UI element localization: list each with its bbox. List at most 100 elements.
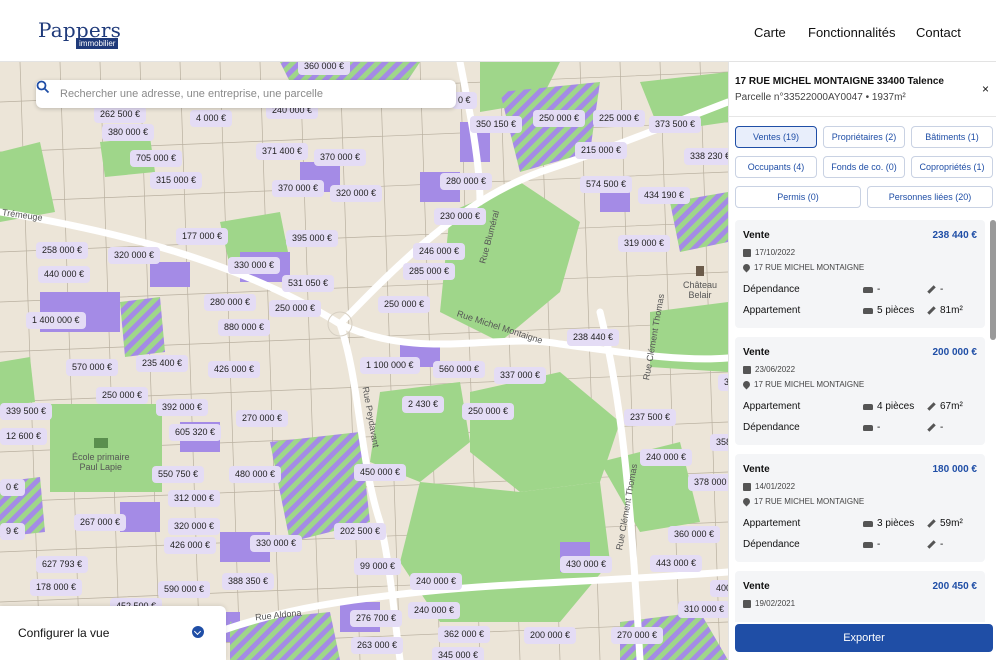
- tab-ventes[interactable]: Ventes (19): [735, 126, 817, 148]
- price-tag[interactable]: 0 €: [0, 479, 25, 496]
- price-tag[interactable]: 339 500 €: [0, 403, 53, 420]
- price-tag[interactable]: 250 000 €: [269, 300, 322, 317]
- tab-batiments[interactable]: Bâtiments (1): [911, 126, 993, 148]
- price-tag[interactable]: 430 000 €: [560, 556, 613, 573]
- price-tag[interactable]: 250 000 €: [378, 296, 431, 313]
- price-tag[interactable]: 426 000 €: [208, 361, 261, 378]
- price-tag[interactable]: 443 000 €: [650, 555, 703, 572]
- price-tag[interactable]: 270 000 €: [236, 410, 289, 427]
- price-tag[interactable]: 434 190 €: [638, 187, 691, 204]
- price-tag[interactable]: 280 000 €: [440, 173, 493, 190]
- price-tag[interactable]: 178 000 €: [30, 579, 83, 596]
- price-tag[interactable]: 320 000 €: [330, 185, 383, 202]
- price-tag[interactable]: 570 000 €: [66, 359, 119, 376]
- price-tag[interactable]: 310 000 €: [678, 601, 728, 618]
- price-tag[interactable]: 270 000 €: [611, 627, 664, 644]
- price-tag[interactable]: 276 700 €: [350, 610, 403, 627]
- price-tag[interactable]: 263 000 €: [351, 637, 404, 654]
- price-tag[interactable]: 262 500 €: [94, 106, 147, 123]
- nav-fonctionnalites[interactable]: Fonctionnalités: [808, 25, 895, 40]
- sale-card[interactable]: Vente 238 440 € 17/10/2022 17 RUE MICHEL…: [735, 220, 985, 328]
- price-tag[interactable]: 4 000 €: [190, 110, 233, 127]
- price-tag[interactable]: 215 000 €: [575, 142, 628, 159]
- configure-view-panel[interactable]: Configurer la vue: [0, 606, 226, 660]
- price-tag[interactable]: 426 000 €: [164, 537, 217, 554]
- map-search-box[interactable]: [36, 80, 456, 108]
- price-tag[interactable]: 380 000 €: [102, 124, 155, 141]
- price-tag[interactable]: 320 000 €: [108, 247, 161, 264]
- price-tag[interactable]: 200 000 €: [524, 627, 577, 644]
- price-tag[interactable]: 330 000 €: [228, 257, 281, 274]
- price-tag[interactable]: 202 500 €: [334, 523, 387, 540]
- tab-fonds-de-commerce[interactable]: Fonds de co. (0): [823, 156, 905, 178]
- price-tag[interactable]: 225 000 €: [593, 110, 646, 127]
- price-tag[interactable]: 250 000 €: [533, 110, 586, 127]
- sales-list-scrollbar[interactable]: [990, 220, 996, 340]
- tab-personnes-liees[interactable]: Personnes liées (20): [867, 186, 993, 208]
- price-tag[interactable]: 237 500 €: [624, 409, 677, 426]
- tab-permis[interactable]: Permis (0): [735, 186, 861, 208]
- price-tag[interactable]: 285 000 €: [403, 263, 456, 280]
- sale-card[interactable]: Vente 180 000 € 14/01/2022 17 RUE MICHEL…: [735, 454, 985, 562]
- price-tag[interactable]: 280 000 €: [204, 294, 257, 311]
- price-tag[interactable]: 440 000 €: [38, 266, 91, 283]
- price-tag[interactable]: 9 €: [0, 523, 25, 540]
- price-tag[interactable]: 235 400 €: [136, 355, 189, 372]
- price-tag[interactable]: 99 000 €: [354, 558, 402, 575]
- price-tag[interactable]: 312 000 €: [168, 490, 221, 507]
- price-tag[interactable]: 392 000 €: [156, 399, 209, 416]
- nav-contact[interactable]: Contact: [916, 25, 961, 40]
- price-tag[interactable]: 338 230 €: [684, 148, 728, 165]
- price-tag[interactable]: 177 000 €: [176, 228, 229, 245]
- price-tag[interactable]: 350 150 €: [470, 116, 523, 133]
- price-tag[interactable]: 1 400 000 €: [26, 312, 86, 329]
- price-tag[interactable]: 371 400 €: [256, 143, 309, 160]
- price-tag[interactable]: 378 000 €: [688, 474, 728, 491]
- price-tag[interactable]: 267 000 €: [74, 514, 127, 531]
- price-tag[interactable]: 362 000 €: [438, 626, 491, 643]
- price-tag[interactable]: 360 000 €: [298, 62, 351, 75]
- price-tag[interactable]: 240 000 €: [640, 449, 693, 466]
- price-tag[interactable]: 240 000 €: [410, 573, 463, 590]
- price-tag[interactable]: 230 000 €: [434, 208, 487, 225]
- export-button[interactable]: Exporter: [735, 624, 993, 652]
- pappers-logo[interactable]: Pappers immobilier: [38, 18, 121, 49]
- price-tag[interactable]: 258 000 €: [36, 242, 89, 259]
- price-tag[interactable]: 3: [718, 374, 728, 391]
- price-tag[interactable]: 560 000 €: [433, 361, 486, 378]
- sale-card[interactable]: Vente 200 450 € 19/02/2021: [735, 571, 985, 622]
- price-tag[interactable]: 705 000 €: [130, 150, 183, 167]
- price-tag[interactable]: 531 050 €: [282, 275, 335, 292]
- price-tag[interactable]: 627 793 €: [36, 556, 89, 573]
- price-tag[interactable]: 2 430 €: [402, 396, 445, 413]
- price-tag[interactable]: 250 000 €: [462, 403, 515, 420]
- map-search-input[interactable]: [60, 84, 450, 104]
- price-tag[interactable]: 358: [710, 434, 728, 451]
- price-tag[interactable]: 480 000 €: [229, 466, 282, 483]
- tab-occupants[interactable]: Occupants (4): [735, 156, 817, 178]
- map-view[interactable]: École primaire Paul Lapie Château Belair…: [0, 62, 728, 660]
- price-tag[interactable]: 373 500 €: [649, 116, 702, 133]
- price-tag[interactable]: 590 000 €: [158, 581, 211, 598]
- price-tag[interactable]: 370 000 €: [272, 180, 325, 197]
- price-tag[interactable]: 12 600 €: [0, 428, 48, 445]
- close-icon[interactable]: ×: [982, 82, 989, 96]
- price-tag[interactable]: 319 000 €: [618, 235, 671, 252]
- price-tag[interactable]: 1 100 000 €: [360, 357, 420, 374]
- price-tag[interactable]: 360 000 €: [668, 526, 721, 543]
- price-tag[interactable]: 250 000 €: [96, 387, 149, 404]
- price-tag[interactable]: 246 000 €: [413, 243, 466, 260]
- tab-coproprietes[interactable]: Copropriétés (1): [911, 156, 993, 178]
- price-tag[interactable]: 400: [710, 580, 728, 597]
- price-tag[interactable]: 395 000 €: [286, 230, 339, 247]
- price-tag[interactable]: 330 000 €: [250, 535, 303, 552]
- price-tag[interactable]: 345 000 €: [432, 647, 485, 660]
- nav-carte[interactable]: Carte: [754, 25, 786, 40]
- sales-list[interactable]: Vente 238 440 € 17/10/2022 17 RUE MICHEL…: [735, 220, 987, 622]
- price-tag[interactable]: 388 350 €: [222, 573, 275, 590]
- sale-card[interactable]: Vente 200 000 € 23/06/2022 17 RUE MICHEL…: [735, 337, 985, 445]
- price-tag[interactable]: 240 000 €: [408, 602, 461, 619]
- price-tag[interactable]: 450 000 €: [354, 464, 407, 481]
- price-tag[interactable]: 880 000 €: [218, 319, 271, 336]
- price-tag[interactable]: 605 320 €: [169, 424, 222, 441]
